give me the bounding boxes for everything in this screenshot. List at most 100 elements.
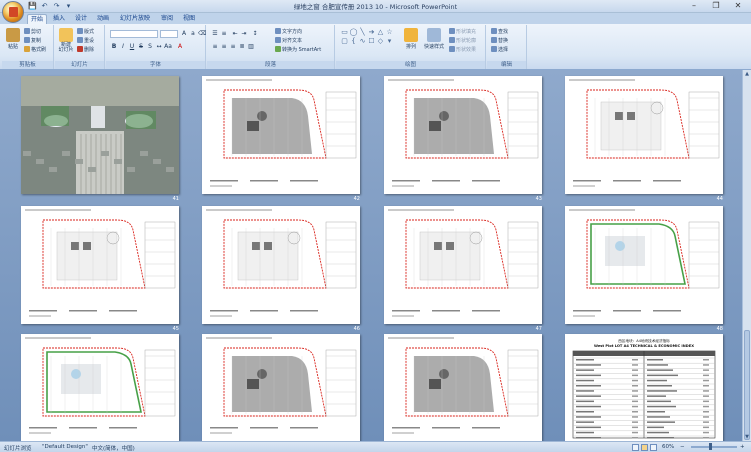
change-case-icon[interactable]: Aa	[164, 43, 172, 51]
cut-button[interactable]: 剪切	[24, 28, 41, 36]
shape-rrect-icon[interactable]: ▢	[340, 37, 349, 45]
font-name-field[interactable]	[110, 30, 158, 38]
bold-icon[interactable]: B	[110, 43, 118, 51]
shape-diamond-icon[interactable]: ◇	[376, 37, 385, 45]
reset-button[interactable]: 重设	[77, 37, 94, 45]
shape-effects-button[interactable]: 形状效果	[449, 46, 476, 54]
copy-button[interactable]: 复制	[24, 37, 41, 45]
clear-format-icon[interactable]: ⌫	[198, 30, 206, 38]
slide-thumbnail[interactable]: 西区地块：A4地块技术经济指标 West Plot LOT A4 TECHNICA…	[565, 334, 723, 441]
slide-thumbnail[interactable]	[384, 76, 542, 194]
tab-home[interactable]: 开始	[27, 14, 47, 24]
vertical-scrollbar[interactable]: ▲ ▼	[742, 70, 751, 441]
bullets-icon[interactable]: ☰	[211, 30, 219, 38]
slide-thumbnail[interactable]	[565, 206, 723, 324]
shape-fill-button[interactable]: 形状填充	[449, 28, 476, 36]
select-button[interactable]: 选择	[491, 46, 508, 54]
shape-curve-icon[interactable]: ∿	[358, 37, 367, 45]
tab-view[interactable]: 视图	[180, 14, 198, 24]
underline-icon[interactable]: U	[128, 43, 136, 51]
office-button[interactable]	[2, 1, 24, 23]
slide-thumbnail[interactable]	[21, 76, 179, 194]
effects-icon	[449, 46, 455, 52]
slideshow-view-icon[interactable]	[650, 444, 657, 451]
status-theme[interactable]: "Default Design"	[42, 444, 88, 450]
slide-thumbnail[interactable]	[202, 206, 360, 324]
font-size-field[interactable]	[160, 30, 178, 38]
tab-slideshow[interactable]: 幻灯片放映	[116, 14, 154, 24]
minimize-button[interactable]: –	[683, 0, 705, 12]
restore-button[interactable]: ❐	[705, 0, 727, 12]
increase-indent-icon[interactable]: ⇥	[240, 30, 248, 38]
shape-rect-icon[interactable]: ▭	[340, 28, 349, 36]
zoom-slider[interactable]	[691, 443, 737, 450]
shape-oval-icon[interactable]: ◯	[349, 28, 358, 36]
slide-thumbnail[interactable]	[565, 76, 723, 194]
strikethrough-icon[interactable]: S	[137, 43, 145, 51]
close-button[interactable]: ✕	[727, 0, 749, 12]
slide-thumbnail[interactable]	[202, 76, 360, 194]
slide-thumbnail[interactable]	[21, 206, 179, 324]
scroll-thumb[interactable]	[744, 330, 750, 440]
delete-icon	[77, 46, 83, 52]
char-spacing-icon[interactable]: ↔	[155, 43, 163, 51]
align-left-icon[interactable]: ≡	[211, 43, 219, 51]
align-text-button[interactable]: 对齐文本	[275, 37, 302, 45]
scroll-down-icon[interactable]: ▼	[743, 433, 751, 441]
slide-thumbnail[interactable]	[384, 334, 542, 441]
shape-brace-icon[interactable]: {	[349, 37, 358, 45]
italic-icon[interactable]: I	[119, 43, 127, 51]
shape-triangle-icon[interactable]: △	[376, 28, 385, 36]
normal-view-icon[interactable]	[632, 444, 639, 451]
slide-thumbnail[interactable]	[21, 334, 179, 441]
paste-button[interactable]: 粘贴	[4, 28, 22, 50]
font-color-icon[interactable]: A	[176, 43, 184, 51]
align-center-icon[interactable]: ≡	[220, 43, 228, 51]
columns-icon[interactable]: ▥	[247, 43, 255, 51]
shrink-font-icon[interactable]: a	[189, 30, 197, 38]
layout-button[interactable]: 版式	[77, 28, 94, 36]
tab-insert[interactable]: 插入	[50, 14, 68, 24]
status-language[interactable]: 中文(简体，中国)	[92, 444, 135, 452]
quick-styles-button[interactable]: 快速样式	[422, 28, 446, 50]
format-painter-button[interactable]: 格式刷	[24, 46, 46, 54]
arrange-icon	[404, 28, 418, 42]
replace-button[interactable]: 替换	[491, 37, 508, 45]
decrease-indent-icon[interactable]: ⇤	[231, 30, 239, 38]
delete-slide-button[interactable]: 删除	[77, 46, 94, 54]
grow-font-icon[interactable]: A	[180, 30, 188, 38]
shape-more-icon[interactable]: ▾	[385, 37, 394, 45]
zoom-out-button[interactable]: −	[680, 444, 685, 450]
zoom-in-button[interactable]: +	[740, 444, 745, 450]
shape-arrow-icon[interactable]: ➔	[367, 28, 376, 36]
shape-star-icon[interactable]: ☆	[385, 28, 394, 36]
arrange-button[interactable]: 排列	[402, 28, 420, 50]
find-button[interactable]: 查找	[491, 28, 508, 36]
align-text-label: 对齐文本	[282, 38, 303, 44]
slide-artwork	[384, 206, 542, 324]
slide-thumbnail[interactable]	[202, 334, 360, 441]
text-direction-button[interactable]: 文字方向	[275, 28, 302, 36]
shape-callout-icon[interactable]: ☐	[367, 37, 376, 45]
slide-artwork	[21, 206, 179, 324]
scroll-up-icon[interactable]: ▲	[743, 70, 751, 78]
tab-review[interactable]: 审阅	[158, 14, 176, 24]
smartart-button[interactable]: 转换为 SmartArt	[275, 46, 321, 54]
zoom-slider-knob[interactable]	[709, 443, 712, 450]
numbering-icon[interactable]: ≡	[220, 30, 228, 38]
zoom-level[interactable]: 60%	[662, 444, 674, 450]
new-slide-button[interactable]: 新建 幻灯片	[57, 28, 75, 53]
slide-sorter-view-icon[interactable]	[641, 444, 648, 451]
align-right-icon[interactable]: ≡	[229, 43, 237, 51]
group-clipboard: 粘贴 剪切 复制 格式刷 剪贴板	[2, 25, 54, 69]
quick-styles-label: 快速样式	[423, 44, 444, 50]
line-spacing-icon[interactable]: ↕	[251, 30, 259, 38]
slide-thumbnail[interactable]	[384, 206, 542, 324]
slide-sorter[interactable]: 41 42 43 44 45 46 47 48 西区地块：A4地块技术经济指标 West Plot…	[0, 70, 751, 441]
tab-design[interactable]: 设计	[72, 14, 90, 24]
shape-line-icon[interactable]: ╲	[358, 28, 367, 36]
tab-animations[interactable]: 动画	[94, 14, 112, 24]
shadow-icon[interactable]: S	[146, 43, 154, 51]
shape-outline-button[interactable]: 形状轮廓	[449, 37, 476, 45]
justify-icon[interactable]: ≣	[238, 43, 246, 51]
